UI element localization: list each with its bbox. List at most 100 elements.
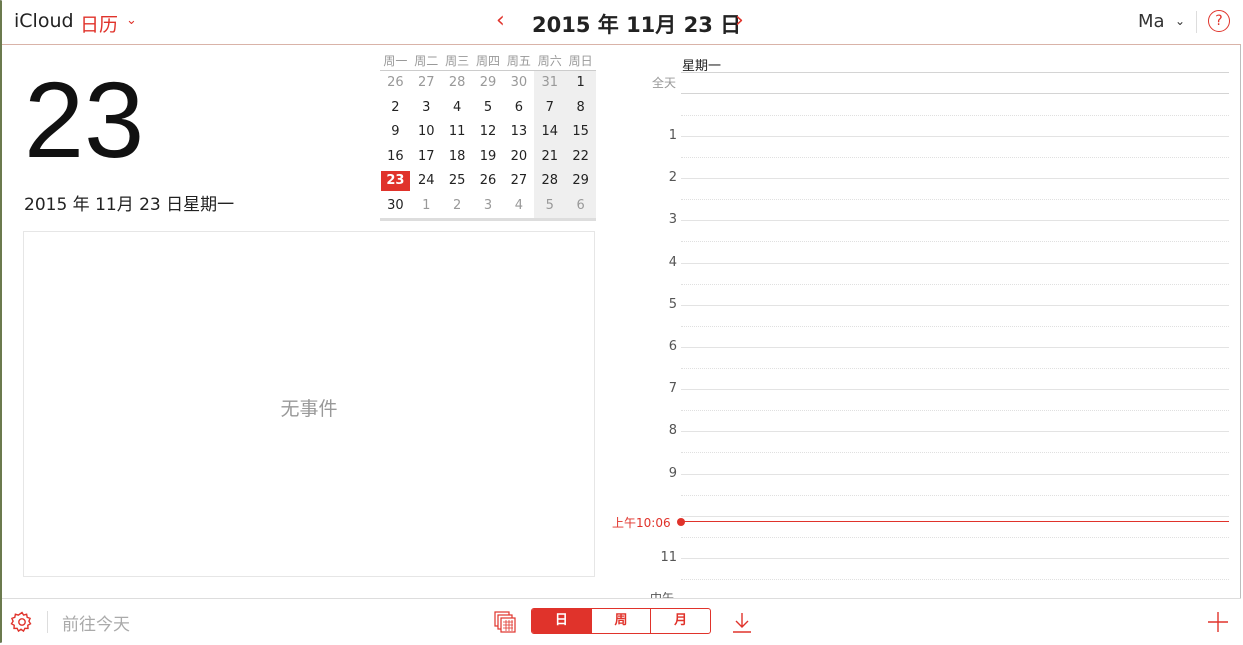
mini-calendar-day[interactable]: 30: [503, 71, 534, 96]
mini-calendar-day[interactable]: 28: [442, 71, 473, 96]
hour-line: [681, 474, 1229, 475]
page-title: 2015 年 11月 23 日: [532, 13, 742, 37]
user-menu[interactable]: Ma: [1138, 11, 1165, 32]
hour-line: [681, 431, 1229, 432]
all-day-top-line: [681, 72, 1229, 73]
hour-line: [681, 263, 1229, 264]
hour-label: 3: [668, 212, 677, 227]
hour-line: [681, 178, 1229, 179]
half-hour-line: [681, 579, 1229, 580]
mini-calendar-day[interactable]: 5: [473, 96, 504, 121]
mini-calendar-day[interactable]: 15: [565, 120, 597, 145]
weekday-header: 周六: [537, 54, 562, 68]
weekday-header: 周五: [506, 54, 531, 68]
half-hour-line: [681, 368, 1229, 369]
weekday-header: 周一: [383, 54, 408, 68]
calendars-icon[interactable]: [494, 611, 516, 637]
mini-calendar-day[interactable]: 19: [473, 145, 504, 170]
hour-label: 7: [668, 381, 677, 396]
mini-calendar-week: 16 17 18 19 20 21 22: [380, 144, 597, 170]
app-switcher[interactable]: 日历: [80, 10, 118, 37]
hour-line: [681, 136, 1229, 137]
mini-calendar-week: 30 1 2 3 4 5 6: [380, 193, 597, 219]
mini-calendar-day[interactable]: 2: [442, 194, 473, 219]
mini-calendar-day[interactable]: 5: [534, 193, 566, 218]
mini-calendar: 周一 周二 周三 周四 周五 周六 周日 26 27 28 29 30 31 1 2 3 4 5 6 7 8 9 10 11…: [380, 52, 597, 221]
mini-calendar-day[interactable]: 8: [565, 95, 597, 120]
view-tab[interactable]: 周: [590, 609, 651, 633]
mini-calendar-day[interactable]: 31: [534, 71, 566, 96]
mini-calendar-day[interactable]: 27: [411, 71, 442, 96]
mini-calendar-day[interactable]: 16: [380, 145, 411, 170]
previous-day-button[interactable]: ‹: [496, 8, 505, 33]
mini-calendar-day[interactable]: 6: [565, 193, 597, 218]
half-hour-line: [681, 199, 1229, 200]
mini-calendar-day[interactable]: 20: [503, 145, 534, 170]
view-tab[interactable]: 月: [650, 609, 710, 633]
mini-calendar-day[interactable]: 28: [534, 169, 566, 194]
next-day-button[interactable]: ›: [735, 8, 744, 33]
mini-calendar-grid: 26 27 28 29 30 31 1 2 3 4 5 6 7 8 9 10 11 12 13 14 15 16 17 18 1…: [380, 70, 597, 221]
mini-calendar-day[interactable]: 9: [380, 120, 411, 145]
download-icon[interactable]: [731, 611, 753, 639]
mini-calendar-day[interactable]: 6: [503, 96, 534, 121]
mini-calendar-day[interactable]: 27: [503, 169, 534, 194]
mini-calendar-day[interactable]: 26: [380, 71, 411, 96]
footer-toolbar: 前往今天 日周月: [2, 598, 1241, 644]
mini-calendar-day[interactable]: 14: [534, 120, 566, 145]
mini-calendar-day[interactable]: 29: [565, 169, 597, 194]
hour-label: 2: [668, 170, 677, 185]
chevron-down-icon[interactable]: ⌄: [126, 13, 137, 28]
mini-calendar-day[interactable]: 17: [411, 145, 442, 170]
mini-calendar-day-label: 23: [386, 173, 405, 188]
go-to-today-button[interactable]: 前往今天: [62, 610, 130, 635]
half-hour-line: [681, 284, 1229, 285]
mini-calendar-day[interactable]: 26: [473, 169, 504, 194]
hour-label: 4: [668, 255, 677, 270]
all-day-label: 全天: [651, 76, 676, 90]
no-events-label: 无事件: [280, 398, 338, 420]
hour-label: 8: [668, 423, 677, 438]
mini-calendar-day[interactable]: 4: [442, 96, 473, 121]
mini-calendar-day[interactable]: 3: [473, 194, 504, 219]
mini-calendar-day[interactable]: 22: [565, 144, 597, 169]
weekday-header: 周四: [476, 54, 501, 68]
mini-calendar-day[interactable]: 23: [380, 169, 411, 194]
mini-calendar-day[interactable]: 21: [534, 144, 566, 169]
big-day-number: 23: [24, 59, 145, 180]
weekday-header: 周三: [445, 54, 470, 68]
half-hour-line: [681, 115, 1229, 116]
mini-calendar-day[interactable]: 7: [534, 95, 566, 120]
mini-calendar-weekdays: 周一 周二 周三 周四 周五 周六 周日: [380, 52, 596, 70]
user-chevron-down-icon[interactable]: ⌄: [1175, 14, 1185, 28]
hour-label: 6: [668, 339, 677, 354]
half-hour-line: [681, 410, 1229, 411]
view-tab[interactable]: 日: [532, 609, 591, 633]
mini-calendar-day[interactable]: 4: [503, 194, 534, 219]
hour-label: 1: [668, 128, 677, 143]
current-time-line: [681, 521, 1229, 522]
help-button[interactable]: ?: [1208, 10, 1230, 32]
mini-calendar-day[interactable]: 25: [442, 169, 473, 194]
mini-calendar-day[interactable]: 1: [411, 194, 442, 219]
mini-calendar-day[interactable]: 30: [380, 194, 411, 219]
mini-calendar-day[interactable]: 24: [411, 169, 442, 194]
mini-calendar-day[interactable]: 11: [442, 120, 473, 145]
header-divider: [1196, 11, 1197, 33]
hour-line: [681, 516, 1229, 517]
mini-calendar-day[interactable]: 1: [565, 71, 597, 96]
half-hour-line: [681, 537, 1229, 538]
half-hour-line: [681, 495, 1229, 496]
mini-calendar-week: 26 27 28 29 30 31 1: [380, 71, 597, 96]
mini-calendar-day[interactable]: 13: [503, 120, 534, 145]
add-event-icon[interactable]: [1207, 611, 1229, 637]
mini-calendar-day[interactable]: 29: [473, 71, 504, 96]
mini-calendar-day[interactable]: 3: [411, 96, 442, 121]
gear-icon[interactable]: [10, 610, 34, 638]
events-list: 无事件: [23, 231, 595, 577]
all-day-bottom-line: [681, 93, 1229, 94]
mini-calendar-day[interactable]: 10: [411, 120, 442, 145]
mini-calendar-day[interactable]: 2: [380, 96, 411, 121]
mini-calendar-day[interactable]: 12: [473, 120, 504, 145]
mini-calendar-day[interactable]: 18: [442, 145, 473, 170]
